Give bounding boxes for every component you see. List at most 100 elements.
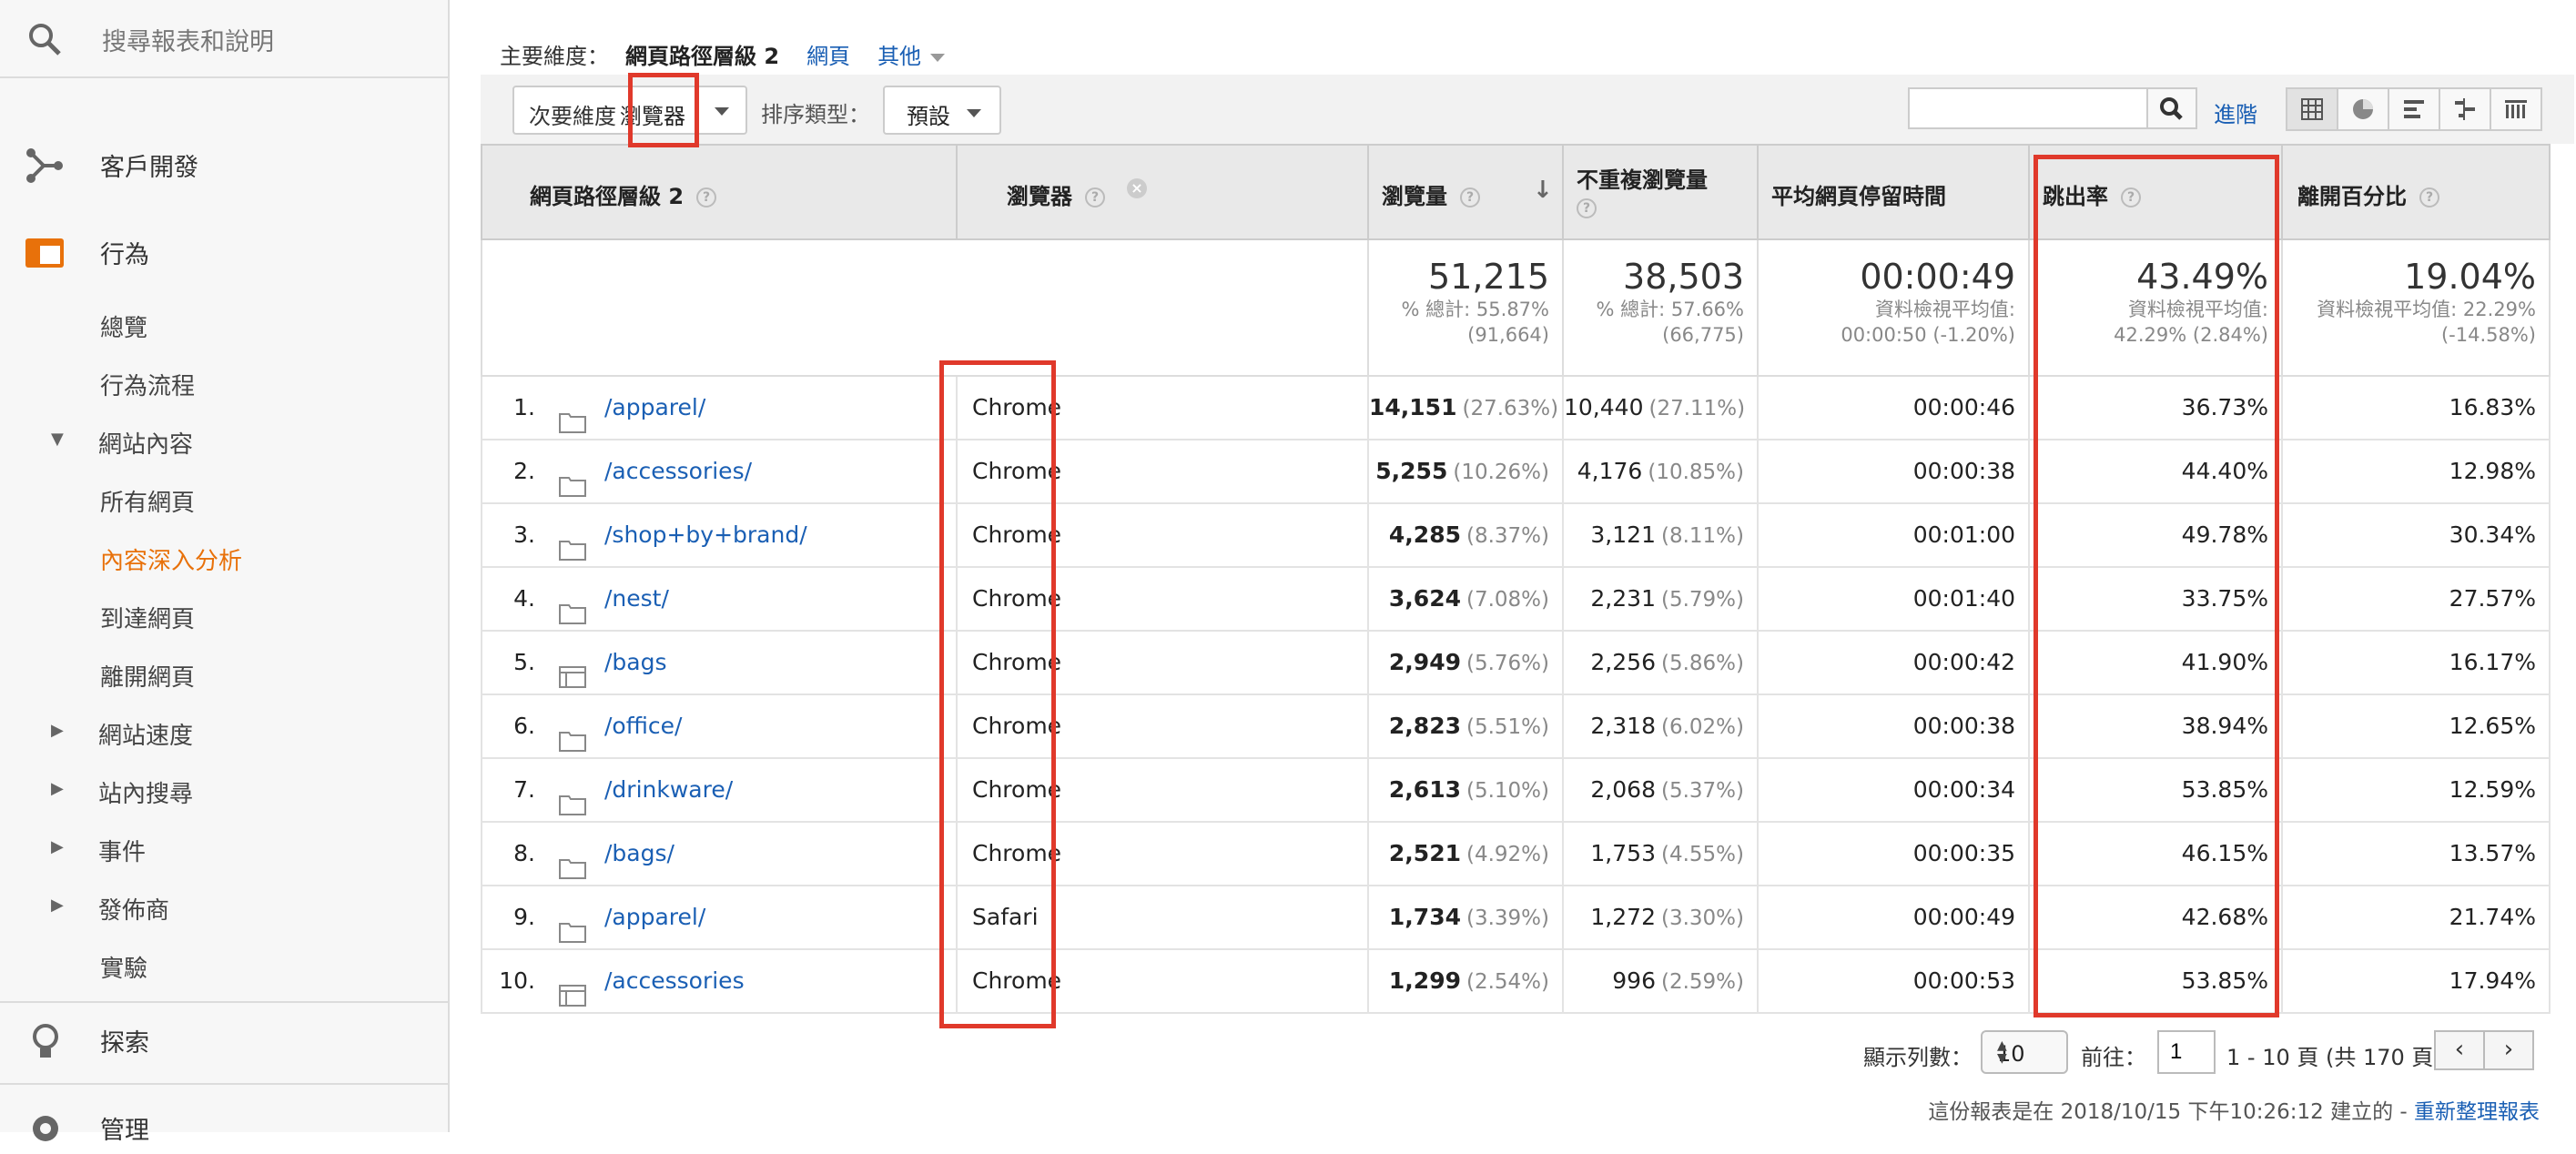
help-icon[interactable]: ? (1577, 198, 1597, 218)
sidebar-item-exit-pages[interactable]: 離開網頁 (100, 659, 195, 693)
cell-exit-rate: 13.57% (2449, 840, 2536, 866)
remove-dimension-icon[interactable]: × (1127, 178, 1147, 198)
bar-chart-icon (2404, 100, 2424, 118)
page-path-link[interactable]: /accessories/ (604, 440, 752, 502)
cell-path: 5. /bags (482, 632, 958, 693)
help-icon[interactable]: ? (2419, 187, 2439, 208)
sidebar-search[interactable]: 搜尋報表和說明 (0, 0, 448, 78)
page-path-link[interactable]: /apparel/ (604, 886, 705, 948)
pageviews-value: 2,613 (1388, 776, 1461, 803)
help-icon[interactable]: ? (1460, 187, 1480, 208)
sidebar-item-label: 網站內容 (98, 431, 194, 459)
view-pie-button[interactable] (2337, 87, 2389, 131)
next-page-button[interactable]: › (2483, 1030, 2534, 1070)
cell-avg-time: 00:00:49 (1759, 886, 2030, 948)
cell-path: 9. /apparel/ (482, 886, 958, 948)
col-header-exit-rate[interactable]: 離開百分比? (2283, 146, 2549, 240)
unique-pageviews-value: 2,318 (1590, 713, 1656, 739)
page-icon (559, 968, 586, 1007)
primary-dimension-page-link[interactable]: 網頁 (806, 44, 850, 69)
pageviews-share: (5.10%) (1465, 779, 1549, 803)
cell-path: 8. /bags/ (482, 823, 958, 885)
pie-chart-icon (2353, 99, 2373, 119)
sidebar-item-behavior[interactable]: 行為 (25, 224, 444, 278)
stepper-arrows-icon: ▲ ▼ (1997, 1038, 2007, 1066)
rows-per-page-label: 顯示列數： (1863, 1045, 1973, 1070)
col-header-path[interactable]: 網頁路徑層級 2? (482, 146, 958, 240)
pageviews-share: (27.63%) (1462, 397, 1559, 420)
rows-per-page-select[interactable]: 10 ▲ ▼ (1981, 1030, 2068, 1074)
page-path-link[interactable]: /shop+by+brand/ (604, 504, 807, 566)
page-range: 1 - 10 頁 (共 170 頁) (2226, 1045, 2442, 1070)
goto-page-input[interactable] (2157, 1030, 2216, 1074)
prev-page-button[interactable]: ‹ (2434, 1030, 2485, 1070)
sidebar-item-all-pages[interactable]: 所有網頁 (100, 484, 195, 518)
page-path-link[interactable]: /drinkware/ (604, 759, 733, 821)
table-filter-search-button[interactable] (2146, 87, 2197, 129)
sidebar-item-landing-pages[interactable]: 到達網頁 (100, 601, 195, 634)
advanced-filter-link[interactable]: 進階 (2214, 96, 2257, 128)
col-header-browser[interactable]: 瀏覽器? × (958, 146, 1369, 240)
cell-unique-pageviews: 10,440 (27.11%) (1564, 377, 1759, 439)
cell-pageviews: 3,624 (7.08%) (1369, 568, 1564, 630)
cell-avg-time: 00:00:46 (1759, 377, 2030, 439)
view-performance-button[interactable] (2388, 87, 2440, 131)
col-header-unique-pageviews[interactable]: 不重複瀏覽量 ? (1564, 146, 1759, 240)
cell-unique-pageviews: 2,256 (5.86%) (1564, 632, 1759, 693)
help-icon[interactable]: ? (696, 187, 717, 208)
sidebar-item-experiments[interactable]: 實驗 (100, 950, 147, 984)
page-path-link[interactable]: /bags/ (604, 823, 674, 885)
cell-unique-pageviews: 4,176 (10.85%) (1564, 440, 1759, 502)
view-comparison-button[interactable] (2439, 87, 2491, 131)
table-toolbar: 次要維度 瀏覽器 排序類型： 預設 進階 (481, 75, 2574, 144)
chevron-down-icon (930, 53, 946, 62)
sidebar-item-label: 客戶開發 (100, 154, 198, 182)
page-path-link[interactable]: /nest/ (604, 568, 669, 630)
sort-type-dropdown[interactable]: 預設 (883, 86, 1001, 135)
primary-dimension-other-link[interactable]: 其他 (877, 44, 921, 69)
help-icon[interactable]: ? (1085, 187, 1105, 208)
page-path-link[interactable]: /accessories (604, 950, 745, 1012)
refresh-report-link[interactable]: 重新整理報表 (2414, 1100, 2540, 1124)
total-value: 00:00:49 (1860, 257, 2015, 297)
col-header-pageviews[interactable]: 瀏覽量? ↓ (1369, 146, 1564, 240)
totals-exit-rate: 19.04% 資料檢視平均值: 22.29% (-14.58%) (2283, 240, 2549, 375)
sidebar-item-admin[interactable]: 管理 (25, 1099, 444, 1154)
row-index: 2. (513, 458, 535, 484)
sort-type-label: 排序類型： (761, 102, 870, 127)
sidebar-item-overview[interactable]: 總覽 (100, 309, 147, 343)
total-share: % 總計: 57.66% (1596, 299, 1744, 320)
total-base: (-14.58%) (2440, 324, 2536, 346)
unique-pageviews-value: 2,068 (1590, 776, 1656, 803)
cell-exit-rate: 12.98% (2449, 458, 2536, 484)
table-view-icon (2301, 98, 2323, 120)
totals-unique-pageviews: 38,503 % 總計: 57.66% (66,775) (1564, 240, 1759, 375)
page-path-link[interactable]: /bags (604, 632, 667, 693)
collapsed-triangle-icon: ▶ (51, 837, 64, 856)
sidebar-item-discover[interactable]: 探索 (25, 1012, 444, 1067)
row-index: 5. (513, 649, 535, 675)
view-pivot-button[interactable] (2490, 87, 2542, 131)
page-path-link[interactable]: /office/ (604, 695, 682, 757)
cell-pageviews: 2,949 (5.76%) (1369, 632, 1564, 693)
total-base: (91,664) (1467, 324, 1549, 346)
report-created-text: 這份報表是在 2018/10/15 下午10:26:12 建立的 - (1928, 1100, 2414, 1124)
pageviews-share: (4.92%) (1465, 843, 1549, 866)
col-header-avg-time[interactable]: 平均網頁停留時間 (1759, 146, 2030, 240)
cell-exit-rate: 12.59% (2449, 776, 2536, 803)
cell-exit-rate: 21.74% (2449, 904, 2536, 930)
sidebar-item-acquisition[interactable]: 客戶開發 (25, 137, 444, 191)
col-header-label: 瀏覽量 (1382, 184, 1447, 209)
folder-icon (559, 714, 586, 752)
cell-avg-time: 00:00:42 (1759, 632, 2030, 693)
view-table-button[interactable] (2286, 87, 2338, 131)
page-path-link[interactable]: /apparel/ (604, 377, 705, 439)
sidebar-item-behavior-flow[interactable]: 行為流程 (100, 368, 195, 401)
pageviews-value: 2,521 (1388, 840, 1461, 866)
folder-icon (559, 395, 586, 433)
table-filter-input[interactable] (1908, 87, 2148, 129)
highlight-bounce-column (2033, 155, 2279, 1017)
sort-desc-icon: ↓ (1533, 177, 1553, 204)
sidebar-item-drilldown[interactable]: 內容深入分析 (100, 542, 242, 576)
cell-avg-time: 00:00:38 (1759, 695, 2030, 757)
